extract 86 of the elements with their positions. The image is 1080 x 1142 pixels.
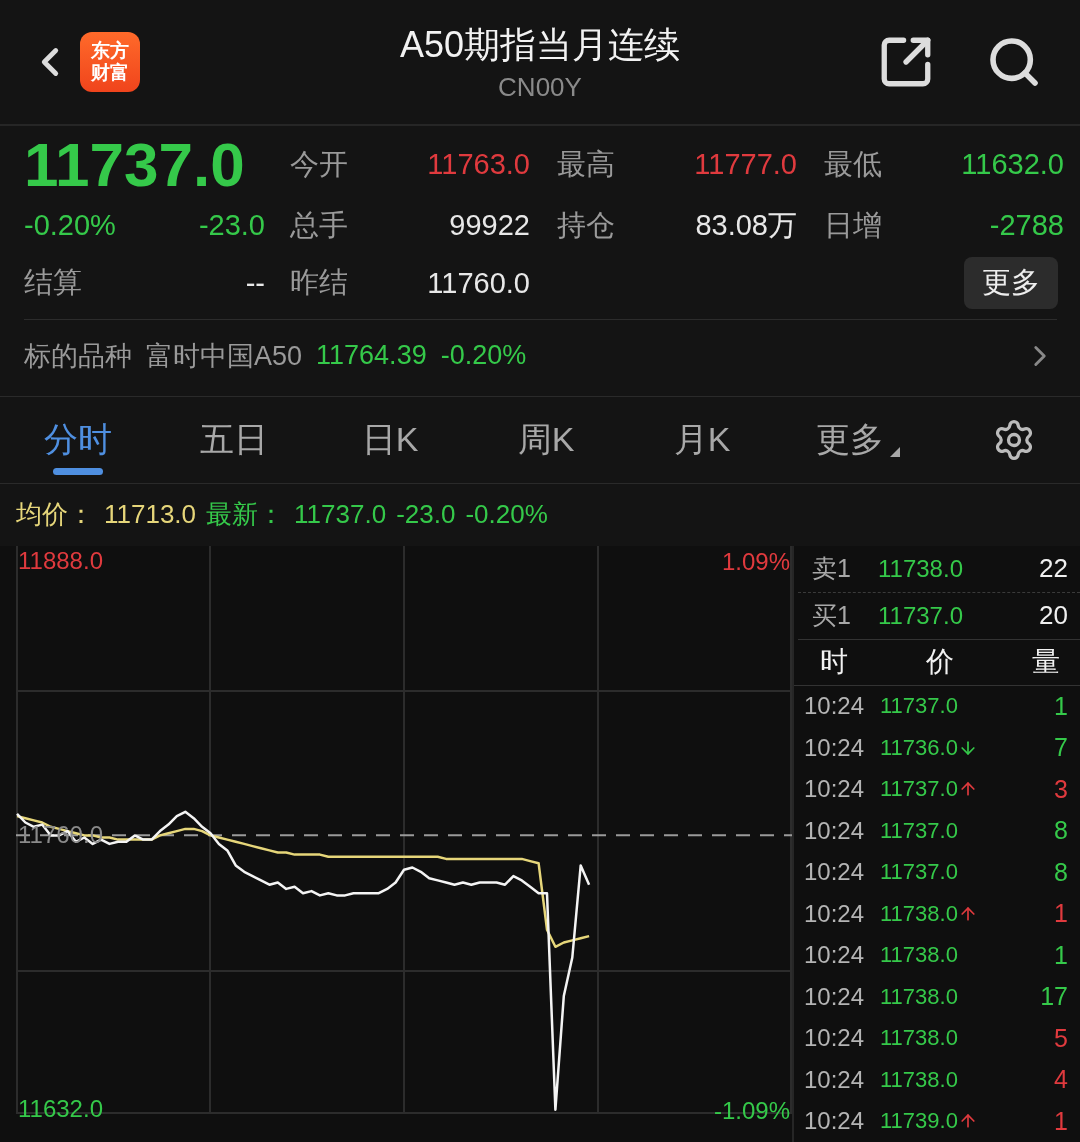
stat-label: 最低 [824, 146, 882, 182]
tick-volume: 8 [1054, 857, 1068, 887]
quote-volume: 20 [1039, 600, 1068, 631]
tick-time: 10:24 [804, 899, 866, 928]
axis-label: 1.09% [721, 547, 790, 576]
last-price: 11737.0 [24, 133, 246, 196]
quote-label: 买1 [812, 600, 852, 631]
tick-price: 11737.0 [880, 859, 958, 886]
stat-label: 最高 [557, 146, 615, 182]
tick-volume: 8 [1054, 816, 1068, 846]
more-button[interactable]: 更多 [964, 257, 1058, 310]
quote-price: 11737.0 [878, 601, 963, 630]
tick-price: 11737.0 [880, 817, 958, 844]
change-percent: -0.20% [24, 209, 116, 243]
average-price: 11713.0 [104, 499, 197, 531]
stat-value: 11777.0 [694, 148, 797, 182]
page-title: A50期指当月连续 [399, 23, 681, 67]
underlying-name: 富时中国A50 [146, 339, 303, 373]
tick-time: 10:24 [804, 816, 866, 845]
tick-time: 10:24 [804, 775, 866, 804]
tick-time: 10:24 [804, 692, 866, 721]
stat-label: 今开 [290, 146, 348, 182]
underlying-label: 标的品种 [24, 339, 132, 373]
tick-volume: 1 [1054, 899, 1068, 929]
average-label: 均价： [16, 498, 94, 532]
axis-label: -1.09% [713, 1096, 790, 1125]
stat-label: 结算 [24, 265, 83, 301]
tick-price: 11738.0 [880, 1066, 958, 1093]
change-value: -23.0 [396, 499, 456, 531]
chart-tab[interactable]: 更多 [780, 396, 936, 483]
underlying-price: 11764.39 [316, 340, 427, 372]
tick-volume: 17 [1040, 982, 1068, 1012]
tick-price: 11738.0 [880, 983, 958, 1010]
tick-price: 11737.0 [880, 693, 958, 720]
app-logo: 东方 财富 [80, 31, 140, 92]
stat-value: 83.08万 [695, 207, 797, 243]
tick-volume: 3 [1054, 774, 1068, 804]
stat-value: 11632.0 [961, 148, 1064, 182]
chart-tab[interactable]: 月K [624, 396, 780, 483]
tick-time: 10:24 [804, 733, 866, 762]
tick-price: 11738.0 [880, 942, 958, 969]
tick-time: 10:24 [804, 982, 866, 1011]
tab-indicator [53, 467, 103, 475]
tick-volume: 1 [1054, 691, 1068, 721]
latest-price: 11737.0 [294, 499, 387, 531]
tick-price: 11739.0 [880, 1108, 958, 1135]
tick-time: 10:24 [804, 1065, 866, 1094]
tick-price: 11738.0 [880, 1025, 958, 1052]
tick-volume: 5 [1054, 1023, 1068, 1053]
change-value: -23.0 [198, 209, 265, 243]
stat-label: 日增 [824, 207, 882, 243]
tick-price: 11738.0 [880, 900, 958, 927]
stat-value: 99922 [449, 209, 530, 243]
tick-time: 10:24 [804, 941, 866, 970]
axis-label: 11632.0 [18, 1095, 103, 1124]
tick-volume: 1 [1054, 940, 1068, 970]
chart-tab[interactable]: 五日 [156, 396, 312, 483]
stat-value: 11760.0 [427, 266, 530, 300]
tick-volume: 1 [1054, 1106, 1068, 1136]
column-header: 价 [926, 645, 954, 679]
column-header: 时 [820, 645, 848, 679]
stat-value: -2788 [989, 209, 1064, 243]
stat-value: 11763.0 [427, 148, 530, 182]
tick-volume: 4 [1054, 1065, 1068, 1095]
tick-price: 11737.0 [880, 776, 958, 803]
tick-time: 10:24 [804, 858, 866, 887]
change-percent: -0.20% [465, 499, 548, 531]
latest-label: 最新： [206, 498, 285, 532]
contract-code: CN00Y [498, 71, 582, 104]
quote-volume: 22 [1039, 553, 1068, 584]
stat-label: 总手 [290, 207, 348, 243]
column-header: 量 [1032, 645, 1060, 679]
chart-tab[interactable]: 分时 [0, 396, 156, 483]
quote-price: 11738.0 [878, 554, 963, 583]
stat-value: -- [245, 266, 265, 300]
tick-time: 10:24 [804, 1107, 866, 1136]
chart-tab[interactable]: 周K [468, 396, 624, 483]
tick-time: 10:24 [804, 1024, 866, 1053]
tick-volume: 7 [1054, 733, 1068, 763]
stat-label: 昨结 [290, 265, 348, 301]
underlying-change: -0.20% [440, 340, 527, 372]
axis-label: 11888.0 [18, 546, 103, 575]
quote-label: 卖1 [812, 553, 852, 584]
chart-tab[interactable]: 日K [312, 396, 468, 483]
tick-price: 11736.0 [880, 734, 958, 761]
stat-label: 持仓 [557, 207, 615, 243]
